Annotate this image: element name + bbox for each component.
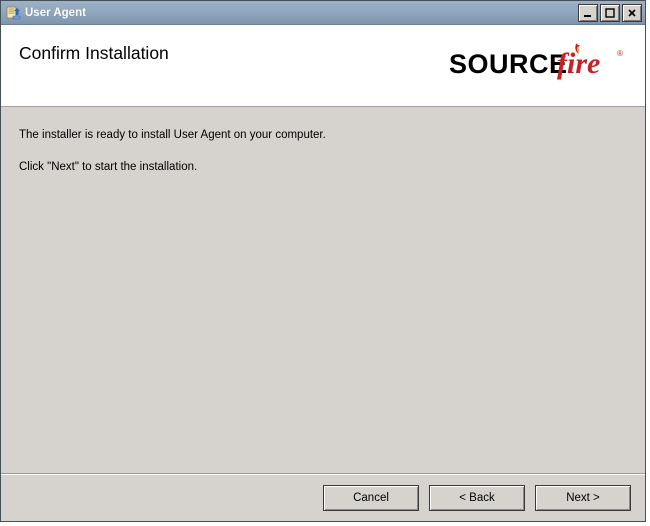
svg-text:®: ® [617, 49, 623, 58]
sourcefire-logo: SOURCE fire ® [449, 39, 627, 90]
minimize-button[interactable] [578, 4, 598, 22]
back-button[interactable]: < Back [429, 485, 525, 511]
wizard-footer: Cancel < Back Next > [1, 474, 645, 521]
titlebar: User Agent [1, 1, 645, 25]
wizard-header: Confirm Installation SOURCE fire ® [1, 25, 645, 107]
wizard-body: The installer is ready to install User A… [1, 107, 645, 474]
installer-window: User Agent Confirm Installation SOURCE [0, 0, 646, 522]
cancel-button[interactable]: Cancel [323, 485, 419, 511]
window-title: User Agent [25, 7, 578, 19]
body-text-line-2: Click "Next" to start the installation. [19, 159, 627, 177]
maximize-button[interactable] [600, 4, 620, 22]
close-button[interactable] [622, 4, 642, 22]
next-button[interactable]: Next > [535, 485, 631, 511]
page-title: Confirm Installation [19, 39, 169, 64]
svg-text:SOURCE: SOURCE [449, 49, 568, 79]
installer-icon [5, 5, 21, 21]
window-controls [578, 4, 645, 22]
body-text-line-1: The installer is ready to install User A… [19, 127, 627, 145]
